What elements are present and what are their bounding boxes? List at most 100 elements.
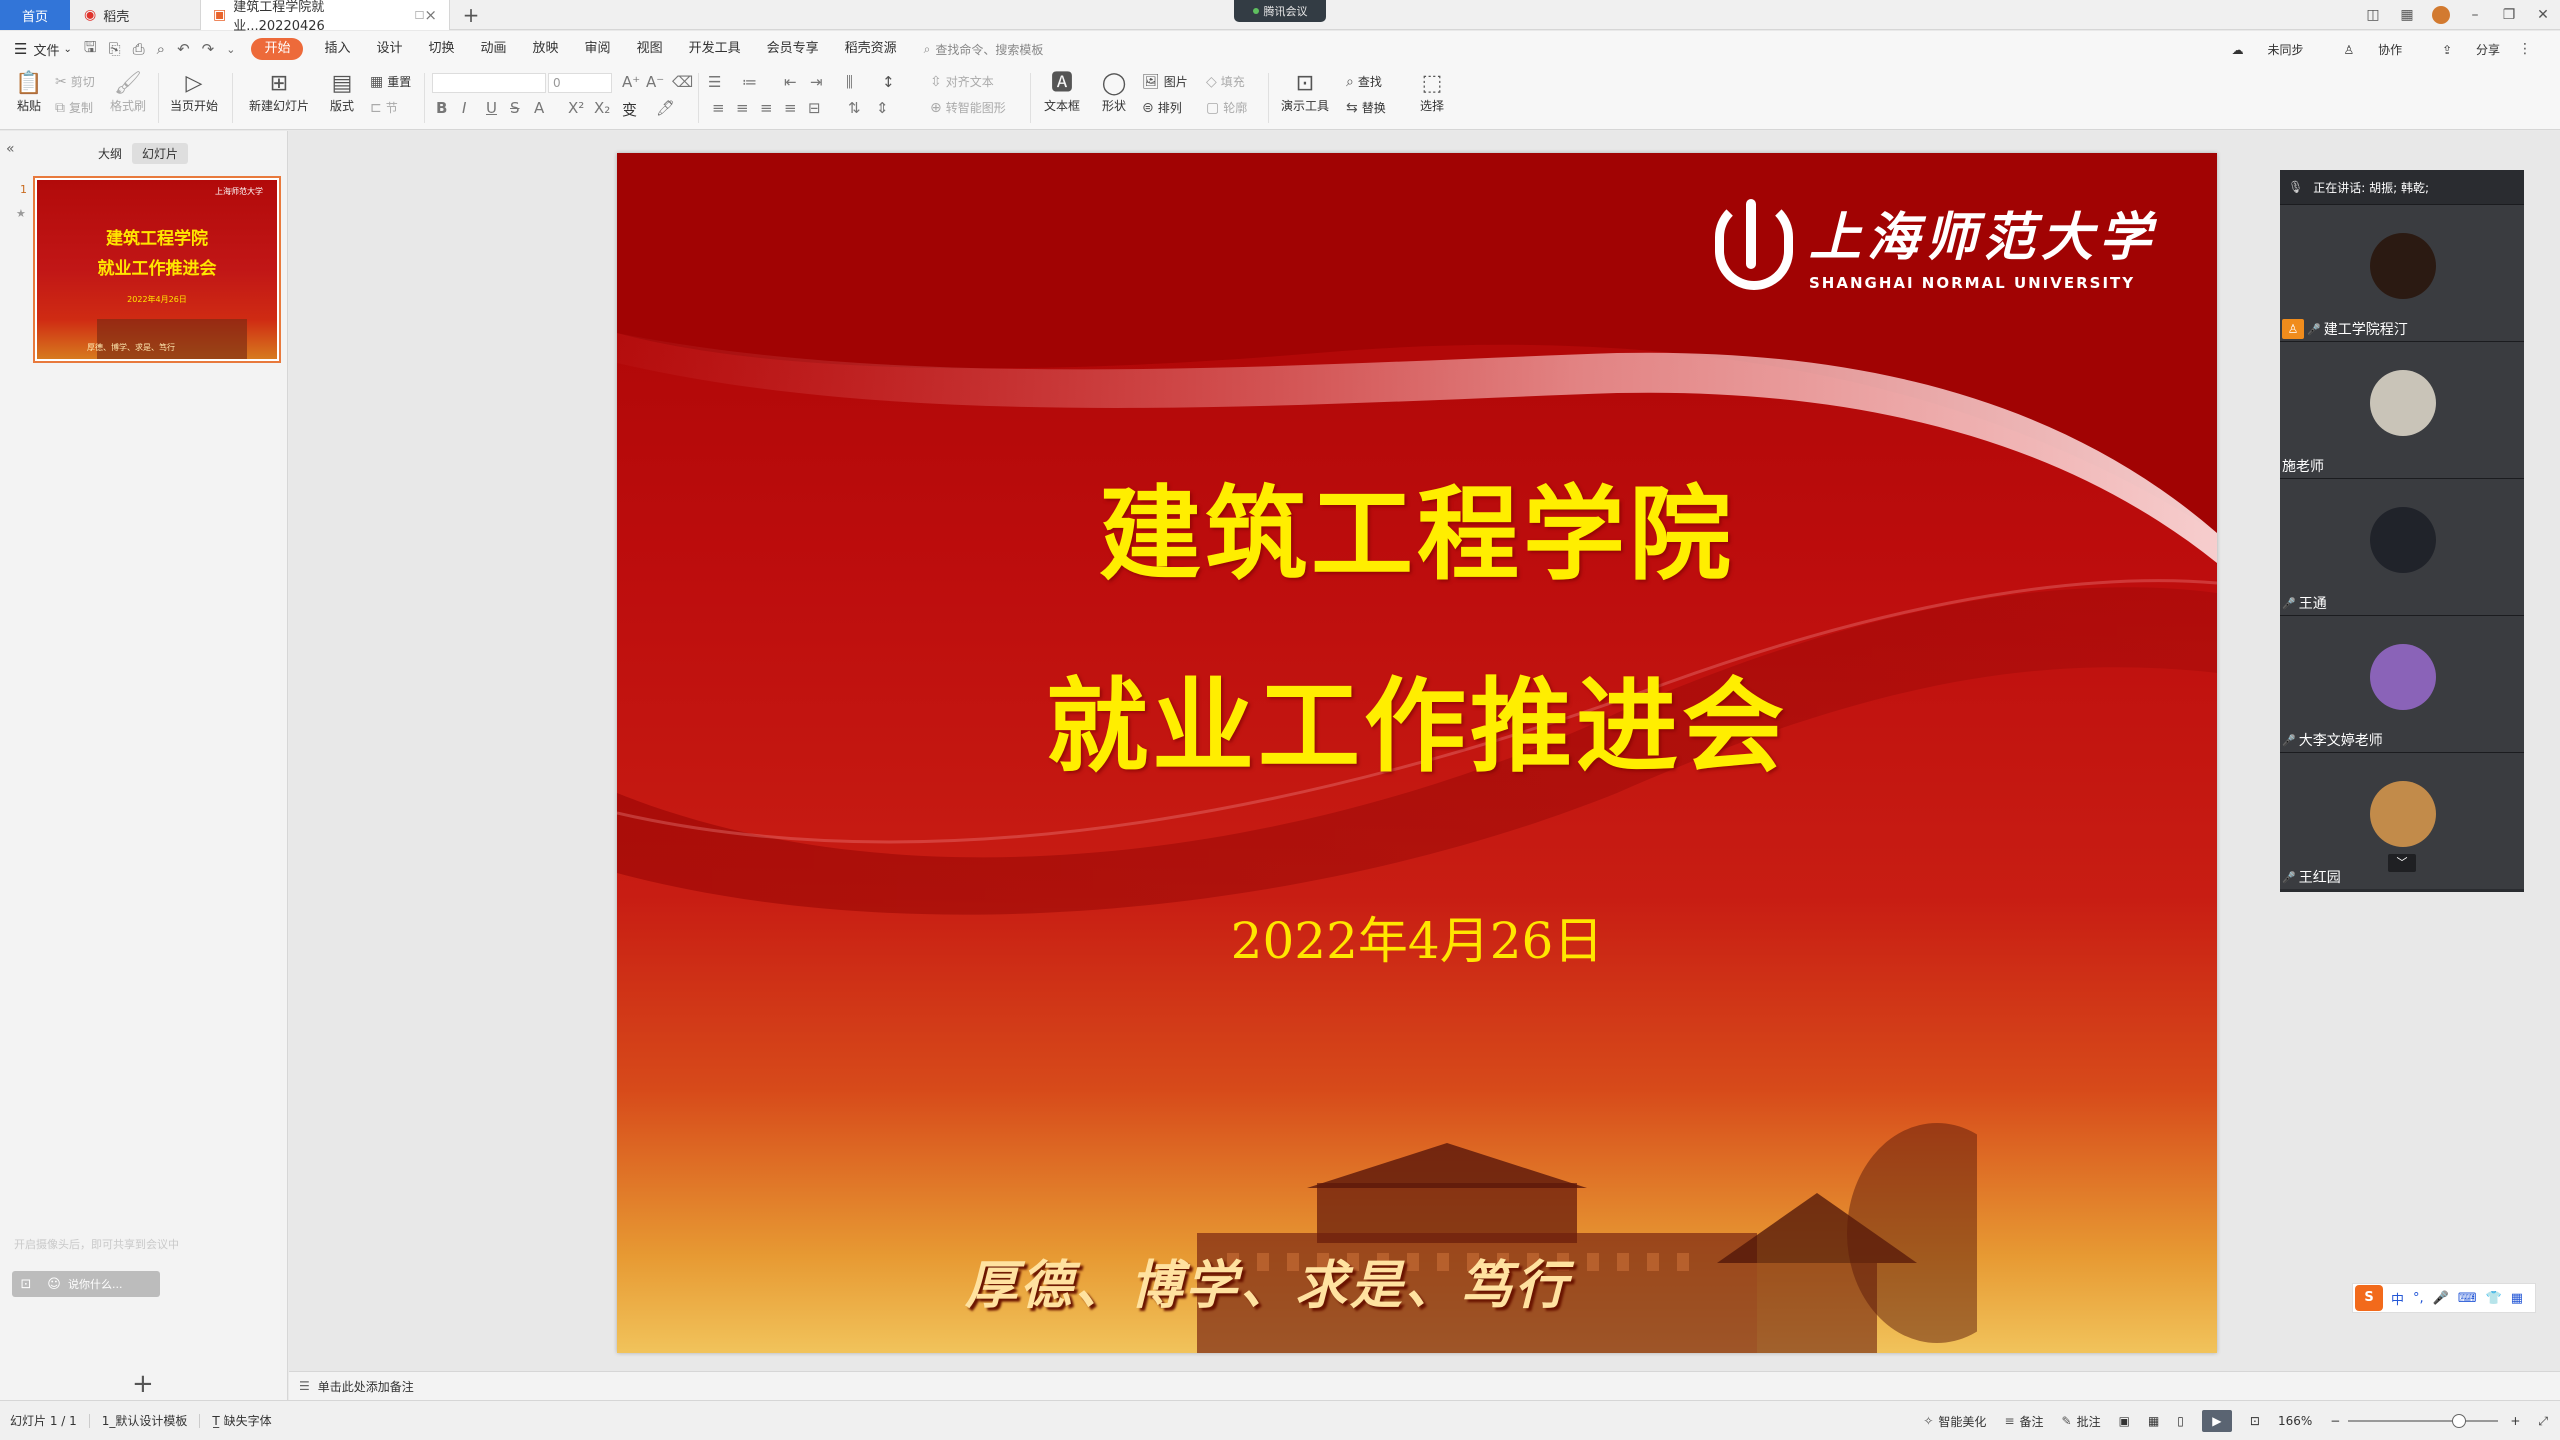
layout-button[interactable]: ▤ 版式 <box>324 71 360 114</box>
smart-shape-button[interactable]: ⊕ 转智能图形 <box>930 99 1006 116</box>
zoom-slider[interactable] <box>2348 1414 2499 1428</box>
tab-home[interactable]: 首页 <box>0 0 70 30</box>
tab-document[interactable]: ▣ 建筑工程学院就业...20220426 ☐ × <box>200 0 450 34</box>
menu-tab-resources[interactable]: 稻壳资源 <box>832 38 910 60</box>
present-tools-button[interactable]: ⊡ 演示工具 <box>1276 71 1334 114</box>
paste-button[interactable]: 📋 粘贴 <box>12 71 46 114</box>
font-family-select[interactable] <box>432 73 546 93</box>
close-window-icon[interactable]: ✕ <box>2526 7 2560 23</box>
meeting-indicator[interactable]: 腾讯会议 <box>1234 0 1326 22</box>
zoom-level[interactable]: 166% <box>2278 1414 2312 1428</box>
share-button[interactable]: ⇪ 分享 <box>2422 41 2500 58</box>
participant-tile[interactable]: 🎤 大李文婷老师 <box>2280 615 2524 752</box>
scroll-down-icon[interactable]: ﹀ <box>2388 854 2416 872</box>
new-slide-button[interactable]: ⊞ 新建幻灯片 <box>244 71 314 114</box>
ime-keyboard-icon[interactable]: ⌨ <box>2458 1291 2477 1306</box>
export-icon[interactable]: ⎘ <box>109 40 121 58</box>
slide[interactable]: 上海师范大学 SHANGHAI NORMAL UNIVERSITY 建筑工程学院… <box>617 153 2217 1353</box>
menu-tab-animation[interactable]: 动画 <box>468 38 520 60</box>
fullscreen-icon[interactable]: ⤢ <box>2538 1414 2548 1429</box>
save-icon[interactable]: 🖫 <box>84 37 97 62</box>
bold-icon[interactable]: B <box>436 99 447 117</box>
tab-daoke[interactable]: ◉ 稻壳 <box>72 0 200 30</box>
preview-icon[interactable]: ⌕ <box>157 40 165 58</box>
slide-date[interactable]: 2022年4月26日 <box>617 901 2217 973</box>
columns-icon[interactable]: ⫼ <box>846 73 853 91</box>
play-slideshow-icon[interactable]: ▶ <box>2201 1410 2232 1432</box>
bullet-list-icon[interactable]: ☰ <box>708 73 721 91</box>
customize-icon[interactable]: ⌄ <box>226 43 235 56</box>
restore-icon[interactable]: ❐ <box>2492 7 2526 23</box>
assistant-input[interactable]: ⊡ ☺ 说你什么... <box>12 1271 160 1297</box>
ime-punct-icon[interactable]: °, <box>2413 1291 2424 1306</box>
menu-tab-transition[interactable]: 切换 <box>416 38 468 60</box>
align-left-icon[interactable]: ≡ <box>712 99 725 117</box>
participant-tile[interactable]: 施老师 <box>2280 341 2524 478</box>
replace-button[interactable]: ⇆ 替换 <box>1346 99 1386 116</box>
align-right-icon[interactable]: ≡ <box>760 99 773 117</box>
superscript-icon[interactable]: X² <box>568 99 584 117</box>
line-spacing-icon[interactable]: ↕ <box>882 73 895 91</box>
align-text-button[interactable]: ⇳ 对齐文本 <box>930 73 994 90</box>
menu-tab-view[interactable]: 视图 <box>624 38 676 60</box>
tab-slides[interactable]: 幻灯片 <box>132 143 189 164</box>
italic-icon[interactable]: I <box>462 99 466 117</box>
zoom-out-icon[interactable]: − <box>2330 1414 2340 1428</box>
subscript-icon[interactable]: X₂ <box>594 99 610 117</box>
section-button[interactable]: ⊏ 节 <box>370 99 398 116</box>
clear-format-icon[interactable]: ⌫ <box>672 73 693 91</box>
reading-view-icon[interactable]: ▯ <box>2177 1414 2184 1428</box>
user-avatar[interactable] <box>2432 6 2450 24</box>
new-tab-button[interactable]: + <box>456 0 486 30</box>
menu-tab-design[interactable]: 设计 <box>363 38 415 60</box>
numbered-list-icon[interactable]: ≔ <box>742 73 757 91</box>
command-search[interactable]: ⌕ 查找命令、搜索模板 <box>924 41 1044 58</box>
ime-skin-icon[interactable]: 👕 <box>2486 1291 2502 1306</box>
undo-icon[interactable]: ↶ <box>177 40 190 58</box>
file-menu[interactable]: ☰ 文件 ⌄ <box>14 40 72 59</box>
picture-button[interactable]: 🖼 图片 <box>1142 73 1188 90</box>
notes-toggle[interactable]: ≡ 备注 <box>2004 1413 2043 1430</box>
align-center-icon[interactable]: ≡ <box>736 99 749 117</box>
arrange-button[interactable]: ⊜ 排列 <box>1142 99 1182 116</box>
participant-tile[interactable]: ♙ 🎤 建工学院程汀 <box>2280 204 2524 341</box>
copy-button[interactable]: ⧉ 复制 <box>55 99 93 116</box>
sorter-view-icon[interactable]: ▦ <box>2148 1414 2159 1428</box>
grid-icon[interactable]: ▦ <box>2390 7 2424 23</box>
collab-button[interactable]: ♙ 协作 <box>2324 41 2403 58</box>
print-icon[interactable]: ⎙ <box>133 40 145 58</box>
collapse-pane-icon[interactable]: « <box>6 141 15 157</box>
cut-button[interactable]: ✂ 剪切 <box>55 73 95 90</box>
highlight-icon[interactable]: 🖊 <box>656 99 675 117</box>
grow-font-icon[interactable]: A⁺ <box>622 73 640 91</box>
menu-tab-home[interactable]: 开始 <box>251 38 304 60</box>
underline-icon[interactable]: U <box>486 99 497 117</box>
select-button[interactable]: ⬚ 选择 <box>1412 71 1452 114</box>
text-effect-icon[interactable]: 变 <box>622 99 637 120</box>
play-from-current-button[interactable]: ▷ 当页开始 <box>166 71 222 114</box>
zoom-slider-handle[interactable] <box>2452 1414 2467 1428</box>
font-size-select[interactable]: 0 <box>548 73 612 93</box>
add-slide-button[interactable]: + <box>132 1369 154 1399</box>
minimize-icon[interactable]: – <box>2458 7 2492 23</box>
decrease-indent-icon[interactable]: ⇤ <box>784 73 797 91</box>
para-spacing-icon[interactable]: ⇕ <box>876 99 889 117</box>
tab-outline[interactable]: 大纲 <box>88 143 132 164</box>
menu-tab-review[interactable]: 审阅 <box>572 38 624 60</box>
ime-tools-icon[interactable]: ▦ <box>2511 1291 2523 1306</box>
close-tab-icon[interactable]: × <box>424 6 437 24</box>
distribute-icon[interactable]: ⊟ <box>808 99 821 117</box>
beautify-button[interactable]: ✧ 智能美化 <box>1923 1413 1986 1430</box>
ime-toolbar[interactable]: S 中 °, 🎤 ⌨ 👕 ▦ <box>2352 1283 2536 1313</box>
find-button[interactable]: ⌕ 查找 <box>1346 73 1382 90</box>
participant-tile[interactable]: 🎤 王通 <box>2280 478 2524 615</box>
comments-toggle[interactable]: ✎ 批注 <box>2062 1413 2101 1430</box>
missing-font-button[interactable]: T̲ 缺失字体 <box>212 1412 271 1429</box>
sync-button[interactable]: ☁ 未同步 <box>2212 41 2304 58</box>
format-painter-button[interactable]: 🖌 格式刷 <box>106 71 150 114</box>
slide-title-line-1[interactable]: 建筑工程学院 <box>617 453 2217 600</box>
fill-button[interactable]: ◇ 填充 <box>1206 73 1245 90</box>
reset-button[interactable]: ▦ 重置 <box>370 73 411 90</box>
more-icon[interactable]: ⋮ <box>2518 41 2532 57</box>
shrink-font-icon[interactable]: A⁻ <box>646 73 664 91</box>
